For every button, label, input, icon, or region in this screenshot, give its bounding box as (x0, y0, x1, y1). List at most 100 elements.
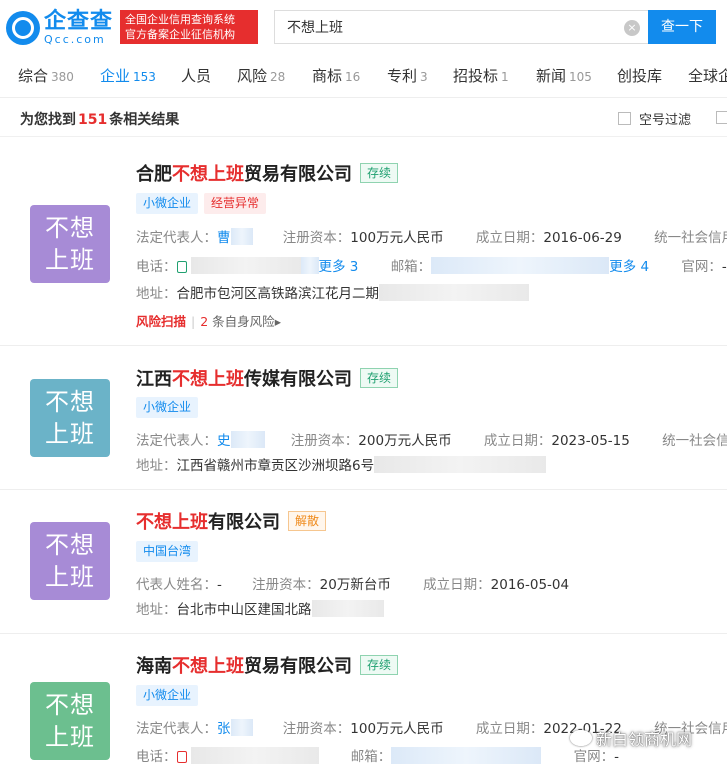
status-badge: 解散 (288, 511, 327, 531)
tag-taiwan[interactable]: 中国台湾 (136, 541, 199, 562)
result-bar: 为您找到 151 条相关结果 空号过滤 (0, 99, 727, 137)
company-avatar[interactable]: 不想 上班 (30, 682, 110, 760)
tab-patent[interactable]: 专利 3 (387, 56, 428, 97)
capital-label: 注册资本： (252, 577, 320, 593)
qcc-logo[interactable]: 企查查 Qcc.com (6, 10, 113, 46)
phone-more-link[interactable]: 更多 3 (319, 259, 359, 275)
tab-company[interactable]: 企业 153 (100, 56, 156, 97)
tag-small-micro[interactable]: 小微企业 (136, 685, 199, 706)
company-name[interactable]: 不想上班有限公司 解散 (136, 508, 327, 534)
company-card-2[interactable]: 不想 上班 江西不想上班传媒有限公司 存续 小微企业 法定代表人：史 注册资本：2… (0, 346, 727, 490)
clear-icon[interactable]: × (624, 20, 640, 36)
tag-small-micro[interactable]: 小微企业 (136, 193, 199, 214)
masked-address (374, 456, 547, 473)
filter-checkbox[interactable] (618, 112, 631, 125)
header: 企查查 Qcc.com 全国企业信用查询系统 官方备案企业征信机构 不想上班 ×… (0, 0, 727, 56)
legal-rep-link[interactable]: 曹 (217, 230, 231, 246)
slogan-line-2: 官方备案企业征信机构 (125, 28, 235, 41)
tab-count: 105 (569, 70, 592, 84)
tab-people[interactable]: 人员 (181, 56, 212, 97)
risk-title: 风险扫描 (136, 314, 187, 329)
company-avatar[interactable]: 不想 上班 (30, 522, 110, 600)
legal-row: 法定代表人：曹 注册资本：100万元人民币 成立日期：2016-06-29 统一… (136, 226, 727, 246)
tab-global[interactable]: 全球企 (688, 56, 727, 97)
capital-value: 100万元人民币 (350, 230, 444, 246)
credit-label: 统一社会信 (662, 433, 727, 449)
search-button[interactable]: 查一下 (648, 10, 716, 44)
tab-label: 人员 (181, 67, 212, 85)
date-label: 成立日期： (475, 230, 544, 246)
masked-name (230, 228, 253, 245)
avatar-text-2: 上班 (45, 420, 95, 448)
company-card-3[interactable]: 不想 上班 不想上班有限公司 解散 中国台湾 代表人姓名：- 注册资本：20万新台… (0, 490, 727, 634)
second-filter-checkbox[interactable] (716, 111, 727, 124)
risk-text: 条自身风险 (212, 314, 275, 329)
website-value: - (721, 259, 727, 275)
legal-label: 代表人姓名： (136, 577, 217, 593)
tag-small-micro[interactable]: 小微企业 (136, 397, 199, 418)
company-name[interactable]: 海南不想上班贸易有限公司 存续 (136, 652, 399, 678)
name-suffix: 贸易有限公司 (244, 164, 352, 185)
tab-label: 创投库 (617, 67, 663, 85)
masked-phone (190, 747, 319, 764)
phone-icon (176, 751, 187, 763)
name-suffix: 有限公司 (208, 512, 280, 533)
legal-rep-link[interactable]: 张 (217, 721, 231, 737)
email-more-link[interactable]: 更多 4 (609, 259, 649, 275)
status-badge: 存续 (360, 655, 399, 675)
address-value: 合肥市包河区高铁路滨江花月二期 (176, 286, 380, 302)
company-name[interactable]: 江西不想上班传媒有限公司 存续 (136, 365, 399, 391)
empty-number-filter[interactable]: 空号过滤 (618, 109, 691, 128)
tab-count: 16 (345, 70, 361, 84)
masked-email (391, 747, 542, 764)
address-row: 地址：江西省赣州市章贡区沙洲坝路6号 (136, 454, 547, 474)
wechat-icon (570, 730, 592, 746)
avatar-text-2: 上班 (45, 246, 95, 274)
masked-address (311, 600, 384, 617)
capital-label: 注册资本： (282, 230, 351, 246)
tab-trademark[interactable]: 商标 16 (312, 56, 361, 97)
contact-row: 电话： 更多 3 邮箱： 更多 4 官网：- (136, 255, 727, 275)
company-avatar[interactable]: 不想 上班 (30, 205, 110, 283)
phone-verified-icon (176, 261, 187, 273)
legal-row: 法定代表人：史 注册资本：200万元人民币 成立日期：2023-05-15 统一… (136, 429, 727, 449)
tab-comprehensive[interactable]: 综合 380 (18, 56, 74, 97)
logo-en-text: Qcc.com (44, 33, 106, 46)
tag-abnormal[interactable]: 经营异常 (204, 193, 267, 214)
address-label: 地址： (136, 458, 177, 474)
name-highlight: 不想上班 (172, 656, 244, 677)
tab-count: 153 (133, 70, 156, 84)
logo-cn-text: 企查查 (44, 9, 114, 34)
website-label: 官网： (681, 259, 722, 275)
name-highlight: 不想上班 (172, 369, 244, 390)
tab-bidding[interactable]: 招投标 1 (453, 56, 509, 97)
legal-rep-link[interactable]: 史 (217, 433, 231, 449)
search-input[interactable]: 不想上班 × (274, 10, 648, 44)
tab-news[interactable]: 新闻 105 (536, 56, 592, 97)
avatar-text-1: 不想 (45, 214, 95, 242)
name-prefix: 海南 (136, 656, 172, 677)
legal-label: 法定代表人： (136, 433, 217, 449)
tab-label: 企业 (100, 67, 131, 85)
category-tabs: 综合 380 企业 153 人员 风险 28 商标 16 专利 3 招投标 1 新闻 105 … (0, 56, 727, 98)
risk-scan[interactable]: 风险扫描 | 2 条自身风险▸ (136, 311, 281, 330)
name-highlight: 不想上班 (136, 512, 208, 533)
search-input-value: 不想上班 (287, 20, 343, 36)
company-card-1[interactable]: 不想 上班 合肥不想上班贸易有限公司 存续 小微企业 经营异常 法定代表人：曹 注… (0, 140, 727, 346)
masked-address (379, 284, 529, 301)
legal-label: 法定代表人： (136, 230, 217, 246)
tab-venture[interactable]: 创投库 (617, 56, 663, 97)
date-label: 成立日期： (475, 721, 544, 737)
tab-risk[interactable]: 风险 28 (237, 56, 285, 97)
phone-label: 电话： (136, 259, 177, 275)
tab-count: 1 (501, 70, 509, 84)
credit-label: 统一社会信用 (654, 230, 727, 246)
masked-phone (190, 257, 301, 274)
company-name[interactable]: 合肥不想上班贸易有限公司 存续 (136, 160, 399, 186)
result-suffix: 条相关结果 (109, 112, 180, 128)
risk-count: 2 (200, 314, 209, 329)
avatar-text-1: 不想 (45, 388, 95, 416)
company-avatar[interactable]: 不想 上班 (30, 379, 110, 457)
tab-label: 全球企 (688, 67, 727, 85)
address-value: 台北市中山区建国北路 (176, 602, 312, 618)
